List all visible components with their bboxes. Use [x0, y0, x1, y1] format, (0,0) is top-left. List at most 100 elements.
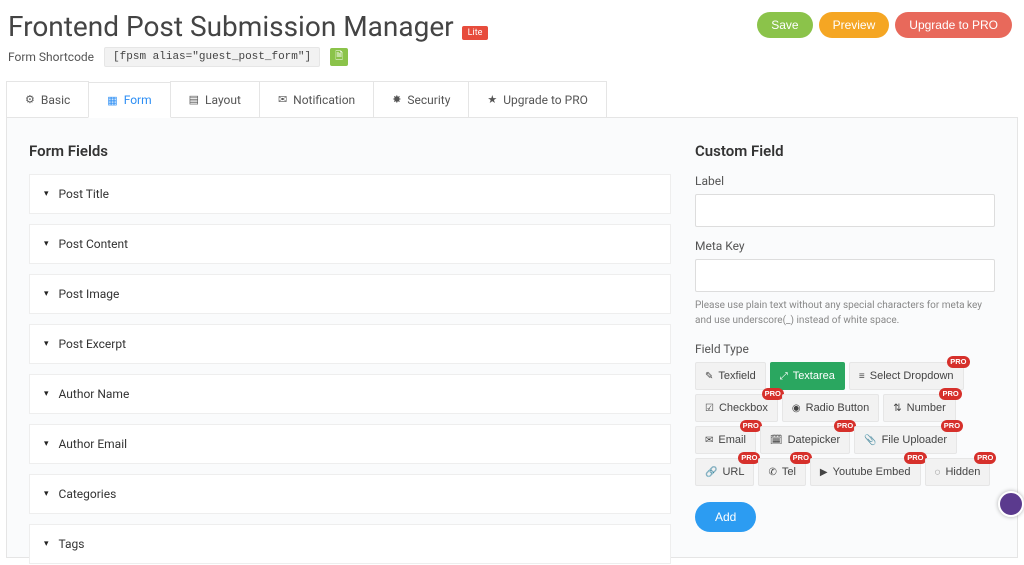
fieldtype-email[interactable]: ✉EmailPRO: [695, 426, 756, 454]
datepicker-icon: 🗓: [770, 435, 783, 446]
form-field-row[interactable]: ▾ Post Image: [29, 274, 671, 314]
metakey-hint: Please use plain text without any specia…: [695, 298, 995, 328]
fieldtype-textarea[interactable]: ⤢ Textarea: [770, 362, 845, 390]
caret-down-icon: ▾: [44, 189, 49, 199]
top-actions: Save Preview Upgrade to PRO: [757, 10, 1012, 38]
tab-label: Notification: [293, 93, 355, 107]
fieldtype-datepicker[interactable]: 🗓DatepickerPRO: [760, 426, 850, 454]
fieldtype-label: File Uploader: [882, 434, 947, 446]
caret-down-icon: ▾: [44, 289, 49, 299]
pro-badge: PRO: [790, 452, 812, 464]
tab-basic[interactable]: ⚙ Basic: [6, 81, 89, 117]
form-field-row[interactable]: ▾ Post Excerpt: [29, 324, 671, 364]
tab-notification[interactable]: ✉ Notification: [259, 81, 374, 117]
fieldtype-url[interactable]: 🔗URLPRO: [695, 458, 754, 486]
label-input[interactable]: [695, 194, 995, 227]
fieldtype-label: Tel: [782, 466, 796, 478]
tab-bar: ⚙ Basic ▦Form▤Layout ✉ Notification ✸ Security…: [6, 81, 1018, 118]
layout-icon: ▤: [189, 93, 199, 106]
tab-security[interactable]: ✸ Security: [373, 81, 469, 117]
field-type-grid: ✎Texfield⤢Textarea≡Select DropdownPRO☑Ch…: [695, 362, 995, 486]
textarea-icon: ⤢: [780, 371, 788, 382]
email-icon: ✉: [705, 435, 713, 446]
form-field-label: Author Email: [59, 437, 128, 451]
preview-button[interactable]: Preview: [819, 12, 890, 38]
fieldtype-label: Datepicker: [788, 434, 841, 446]
upgrade-to-pro-icon: ★: [487, 93, 497, 106]
tab-label: Basic: [41, 93, 70, 107]
form-field-row[interactable]: ▾Tags: [29, 524, 671, 564]
fieldtype-number[interactable]: ⇅NumberPRO: [883, 394, 956, 422]
fieldtype-label: Number: [907, 402, 946, 414]
tab-label: Upgrade to PRO: [503, 93, 588, 107]
form-field-label: Author Name: [59, 387, 130, 401]
page-title: Frontend Post Submission Manager: [8, 10, 454, 43]
tab-label: Form: [124, 93, 152, 107]
fieldtype-hidden[interactable]: ◌HiddenPRO: [925, 458, 991, 486]
fieldtype-label: Select Dropdown: [870, 370, 954, 382]
radio-button-icon: ◉: [792, 403, 801, 414]
fieldtype-label: Youtube Embed: [833, 466, 911, 478]
notification-icon: ✉: [278, 93, 287, 106]
form-field-label: Post Content: [59, 237, 129, 251]
fieldtype-label: Texfield: [718, 370, 755, 382]
form-field-row[interactable]: ▾ Post Content: [29, 224, 671, 264]
pro-badge: PRO: [974, 452, 996, 464]
fieldtype-youtube-embed[interactable]: ▶Youtube EmbedPRO: [810, 458, 921, 486]
caret-down-icon: ▾: [44, 539, 49, 549]
caret-down-icon: ▾: [44, 339, 49, 349]
pro-badge: PRO: [762, 388, 784, 400]
fieldtype-label: Field Type: [695, 342, 995, 356]
texfield-icon: ✎: [705, 371, 713, 382]
fieldtype-select-dropdown[interactable]: ≡Select DropdownPRO: [849, 362, 964, 390]
form-fields-title: Form Fields: [29, 142, 671, 160]
fieldtype-label: Textarea: [793, 370, 835, 382]
copy-shortcode-button[interactable]: 🗎: [330, 48, 348, 66]
pro-badge: PRO: [740, 420, 762, 432]
pro-badge: PRO: [738, 452, 760, 464]
security-icon: ✸: [392, 93, 401, 106]
fieldtype-file-uploader[interactable]: 📎File UploaderPRO: [854, 426, 957, 454]
tab-form[interactable]: ▦Form: [88, 82, 170, 118]
save-button[interactable]: Save: [757, 12, 812, 38]
fieldtype-checkbox[interactable]: ☑CheckboxPRO: [695, 394, 778, 422]
form-field-label: Post Excerpt: [59, 337, 126, 351]
caret-down-icon: ▾: [44, 239, 49, 249]
lite-badge: Lite: [462, 26, 489, 40]
form-field-row[interactable]: ▾Author Email: [29, 424, 671, 464]
fieldtype-label: Radio Button: [806, 402, 870, 414]
form-field-label: Post Image: [59, 287, 120, 301]
form-field-row[interactable]: ▾Post Title: [29, 174, 671, 214]
fieldtype-label: Email: [718, 434, 746, 446]
fieldtype-texfield[interactable]: ✎ Texfield: [695, 362, 766, 390]
label-field-label: Label: [695, 174, 995, 188]
file-uploader-icon: 📎: [864, 435, 876, 446]
form-field-label: Categories: [59, 487, 117, 501]
fieldtype-radio-button[interactable]: ◉ Radio Button: [782, 394, 879, 422]
tab-upgrade-to-pro[interactable]: ★ Upgrade to PRO: [468, 81, 606, 117]
caret-down-icon: ▾: [44, 389, 49, 399]
youtube-embed-icon: ▶: [820, 467, 828, 478]
form-field-row[interactable]: ▾ Author Name: [29, 374, 671, 414]
clipboard-icon: 🗎: [335, 49, 343, 66]
url-icon: 🔗: [705, 467, 717, 478]
help-fab[interactable]: [998, 491, 1024, 517]
fieldtype-label: Hidden: [945, 466, 980, 478]
pro-badge: PRO: [904, 452, 926, 464]
add-button[interactable]: Add: [695, 502, 756, 532]
tab-layout[interactable]: ▤Layout: [170, 81, 260, 117]
metakey-field-label: Meta Key: [695, 239, 995, 253]
tab-label: Security: [407, 93, 450, 107]
select-dropdown-icon: ≡: [859, 371, 865, 382]
metakey-input[interactable]: [695, 259, 995, 292]
pro-badge: PRO: [834, 420, 856, 432]
form-fields-list: ▾Post Title▾Post Content▾Post Image▾Post…: [29, 174, 671, 564]
upgrade-button[interactable]: Upgrade to PRO: [895, 12, 1012, 38]
form-field-row[interactable]: ▾Categories: [29, 474, 671, 514]
fieldtype-tel[interactable]: ✆TelPRO: [758, 458, 805, 486]
basic-icon: ⚙: [25, 93, 35, 106]
shortcode-value: [fpsm alias="guest_post_form"]: [104, 47, 320, 67]
hidden-icon: ◌: [935, 467, 941, 478]
custom-field-title: Custom Field: [695, 142, 995, 160]
tel-icon: ✆: [768, 467, 776, 478]
